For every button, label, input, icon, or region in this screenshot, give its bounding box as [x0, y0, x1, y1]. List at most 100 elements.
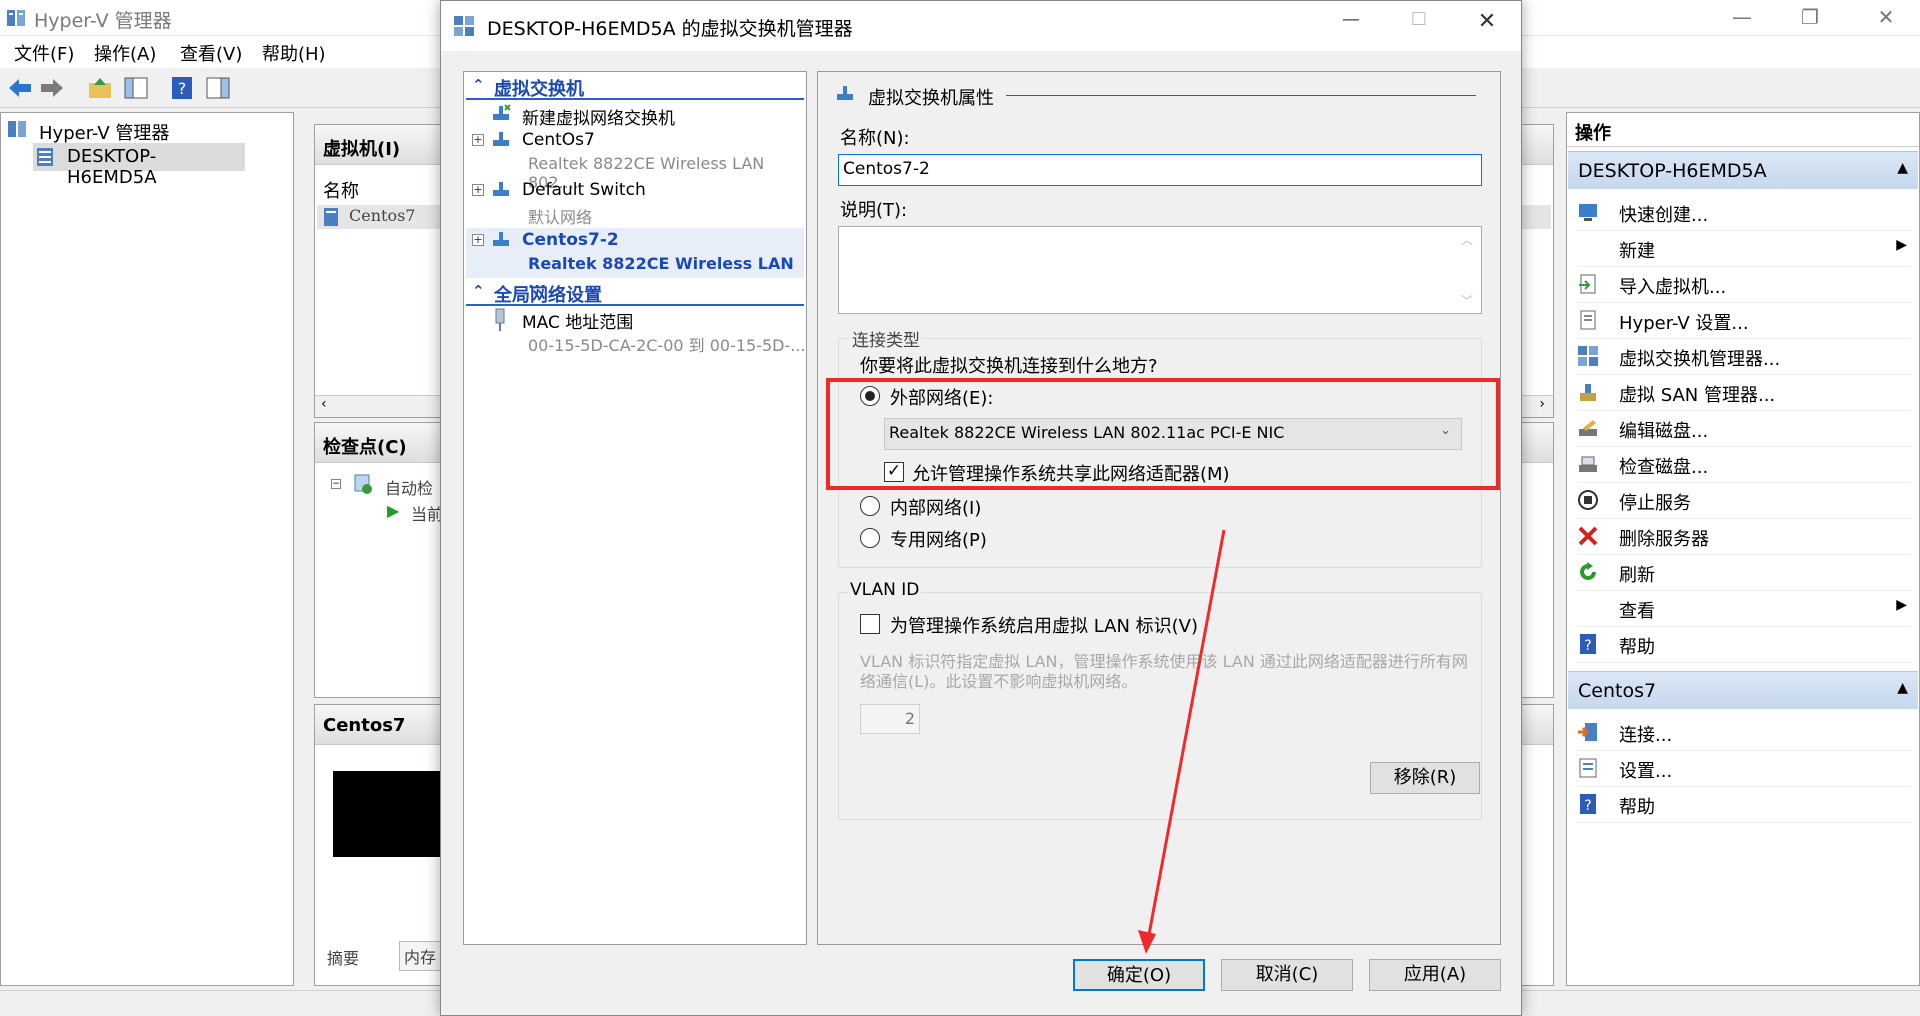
description-input[interactable]: ︿ ﹀ — [838, 226, 1482, 314]
actions-section-server[interactable]: DESKTOP-H6EMD5A ▲ — [1568, 151, 1918, 189]
expand-plus-icon[interactable]: + — [472, 234, 484, 246]
vlan-id-input[interactable]: 2 — [860, 704, 920, 734]
switch-manager-app-icon — [454, 16, 474, 36]
vm-name-column-header[interactable]: 名称 — [323, 177, 359, 203]
nav-root-label[interactable]: Hyper-V 管理器 — [39, 119, 169, 145]
scroll-right-icon[interactable]: › — [1539, 396, 1545, 412]
name-label: 名称(N): — [840, 128, 910, 149]
close-button[interactable]: ✕ — [1852, 0, 1920, 36]
import-vm-icon — [1579, 274, 1596, 294]
action-item-label: 检查磁盘... — [1619, 457, 1709, 478]
checkpoint-collapse-icon[interactable]: − — [331, 479, 341, 489]
restore-button[interactable]: ❐ — [1776, 0, 1844, 36]
action-item[interactable]: 刷新 — [1577, 555, 1911, 591]
show-hide-tree-icon[interactable] — [122, 74, 150, 102]
tab-memory[interactable]: 内存 — [399, 941, 442, 971]
action-item[interactable]: Hyper-V 设置... — [1577, 303, 1911, 339]
vlan-enable-label[interactable]: 为管理操作系统启用虚拟 LAN 标识(V) — [890, 612, 1198, 638]
show-action-pane-icon[interactable] — [204, 74, 232, 102]
action-item[interactable]: ? 帮助 — [1577, 787, 1911, 823]
vlan-description: VLAN 标识符指定虚拟 LAN，管理操作系统使用该 LAN 通过此网络适配器进… — [860, 652, 1468, 691]
checkpoint-item-1[interactable]: 自动检 — [385, 475, 433, 499]
tree-section-switches-label: 虚拟交换机 — [494, 79, 584, 100]
collapse-chevron-icon[interactable]: ⌃ — [472, 76, 485, 94]
scroll-down-icon[interactable]: ﹀ — [1461, 292, 1473, 309]
inspect-disk-icon — [1579, 456, 1597, 472]
apply-button[interactable]: 应用(A) — [1369, 959, 1501, 991]
actions-section-server-label: DESKTOP-H6EMD5A — [1578, 160, 1767, 182]
internal-network-radio[interactable] — [860, 496, 880, 516]
internal-network-label[interactable]: 内部网络(I) — [890, 494, 981, 520]
stop-service-icon — [1578, 490, 1598, 510]
nav-server-item[interactable]: DESKTOP-H6EMD5A — [33, 143, 245, 188]
action-item[interactable]: ? 帮助 — [1577, 627, 1911, 663]
action-item-label: 编辑磁盘... — [1619, 421, 1709, 442]
checkpoint-item-2[interactable]: 当前 — [411, 501, 443, 525]
back-icon[interactable] — [6, 74, 34, 102]
help-icon: ? — [1580, 794, 1596, 814]
expand-plus-icon[interactable]: + — [472, 134, 484, 146]
minimize-button[interactable]: — — [1708, 0, 1776, 36]
action-item[interactable]: 设置... — [1577, 751, 1911, 787]
action-item[interactable]: 查看 ▶ — [1577, 591, 1911, 627]
description-label: 说明(T): — [840, 200, 908, 221]
forward-icon[interactable] — [38, 74, 66, 102]
action-item[interactable]: 新建 ▶ — [1577, 231, 1911, 267]
tree-switch-name[interactable]: Default Switch — [522, 180, 646, 200]
action-item[interactable]: 停止服务 — [1577, 483, 1911, 519]
scroll-left-icon[interactable]: ‹ — [321, 396, 327, 412]
action-item[interactable]: 虚拟交换机管理器... — [1577, 339, 1911, 375]
dialog-maximize-button[interactable]: ☐ — [1399, 9, 1439, 43]
tab-summary[interactable]: 摘要 — [327, 945, 359, 969]
collapse-up-icon[interactable]: ▲ — [1897, 160, 1908, 176]
tree-switch-name-selected[interactable]: Centos7-2 — [522, 230, 619, 250]
play-current-icon: ▶ — [387, 501, 400, 520]
action-item-label: 刷新 — [1619, 565, 1655, 586]
menu-file[interactable]: 文件(F) — [14, 40, 74, 66]
actions-section-vm[interactable]: Centos7 ▲ — [1568, 671, 1918, 709]
up-folder-icon[interactable] — [86, 74, 114, 102]
menu-view[interactable]: 查看(V) — [180, 40, 242, 66]
action-item-label: 虚拟交换机管理器... — [1619, 349, 1781, 370]
remove-button[interactable]: 移除(R) — [1370, 762, 1480, 794]
submenu-arrow-icon: ▶ — [1896, 237, 1907, 253]
collapse-up-icon[interactable]: ▲ — [1897, 680, 1908, 696]
menu-help[interactable]: 帮助(H) — [262, 40, 326, 66]
help-toolbar-icon[interactable]: ? — [168, 74, 196, 102]
private-network-label[interactable]: 专用网络(P) — [890, 526, 987, 552]
dialog-minimize-button[interactable]: — — [1331, 9, 1371, 43]
expand-plus-icon[interactable]: + — [472, 184, 484, 196]
submenu-arrow-icon: ▶ — [1896, 597, 1907, 613]
action-item-label: 帮助 — [1619, 637, 1655, 658]
dialog-title-bar: DESKTOP-H6EMD5A 的虚拟交换机管理器 — ☐ ✕ — [441, 1, 1521, 51]
action-item[interactable]: 检查磁盘... — [1577, 447, 1911, 483]
private-network-radio[interactable] — [860, 528, 880, 548]
vlan-enable-checkbox[interactable] — [860, 614, 880, 634]
tree-section-global-label: 全局网络设置 — [494, 285, 602, 306]
scroll-up-icon[interactable]: ︿ — [1461, 231, 1473, 248]
cancel-button[interactable]: 取消(C) — [1221, 959, 1353, 991]
action-item-label: 新建 — [1619, 241, 1655, 262]
tree-section-switches[interactable]: ⌃ 虚拟交换机 — [466, 74, 804, 100]
action-item[interactable]: 连接... — [1577, 715, 1911, 751]
action-item[interactable]: 导入虚拟机... — [1577, 267, 1911, 303]
action-item[interactable]: 虚拟 SAN 管理器... — [1577, 375, 1911, 411]
name-input[interactable]: Centos7-2 — [838, 154, 1482, 186]
switch-manager-icon — [1578, 346, 1598, 366]
collapse-chevron-icon[interactable]: ⌃ — [472, 282, 485, 300]
action-item[interactable]: 快速创建... — [1577, 195, 1911, 231]
tree-new-switch[interactable]: 新建虚拟网络交换机 — [522, 104, 675, 129]
action-item[interactable]: 编辑磁盘... — [1577, 411, 1911, 447]
edit-disk-icon — [1579, 420, 1597, 436]
tree-switch-name[interactable]: CentOs7 — [522, 130, 595, 150]
menu-action[interactable]: 操作(A) — [94, 40, 156, 66]
ok-button[interactable]: 确定(O) — [1073, 959, 1205, 991]
tree-section-global[interactable]: ⌃ 全局网络设置 — [466, 280, 804, 306]
action-item[interactable]: 删除服务器 — [1577, 519, 1911, 555]
dialog-close-button[interactable]: ✕ — [1467, 9, 1507, 43]
refresh-icon — [1580, 562, 1596, 580]
switch-icon — [837, 86, 853, 100]
actions-header: 操作 — [1567, 113, 1919, 147]
header-divider — [1006, 95, 1476, 96]
tree-mac-range[interactable]: MAC 地址范围 — [522, 308, 633, 333]
